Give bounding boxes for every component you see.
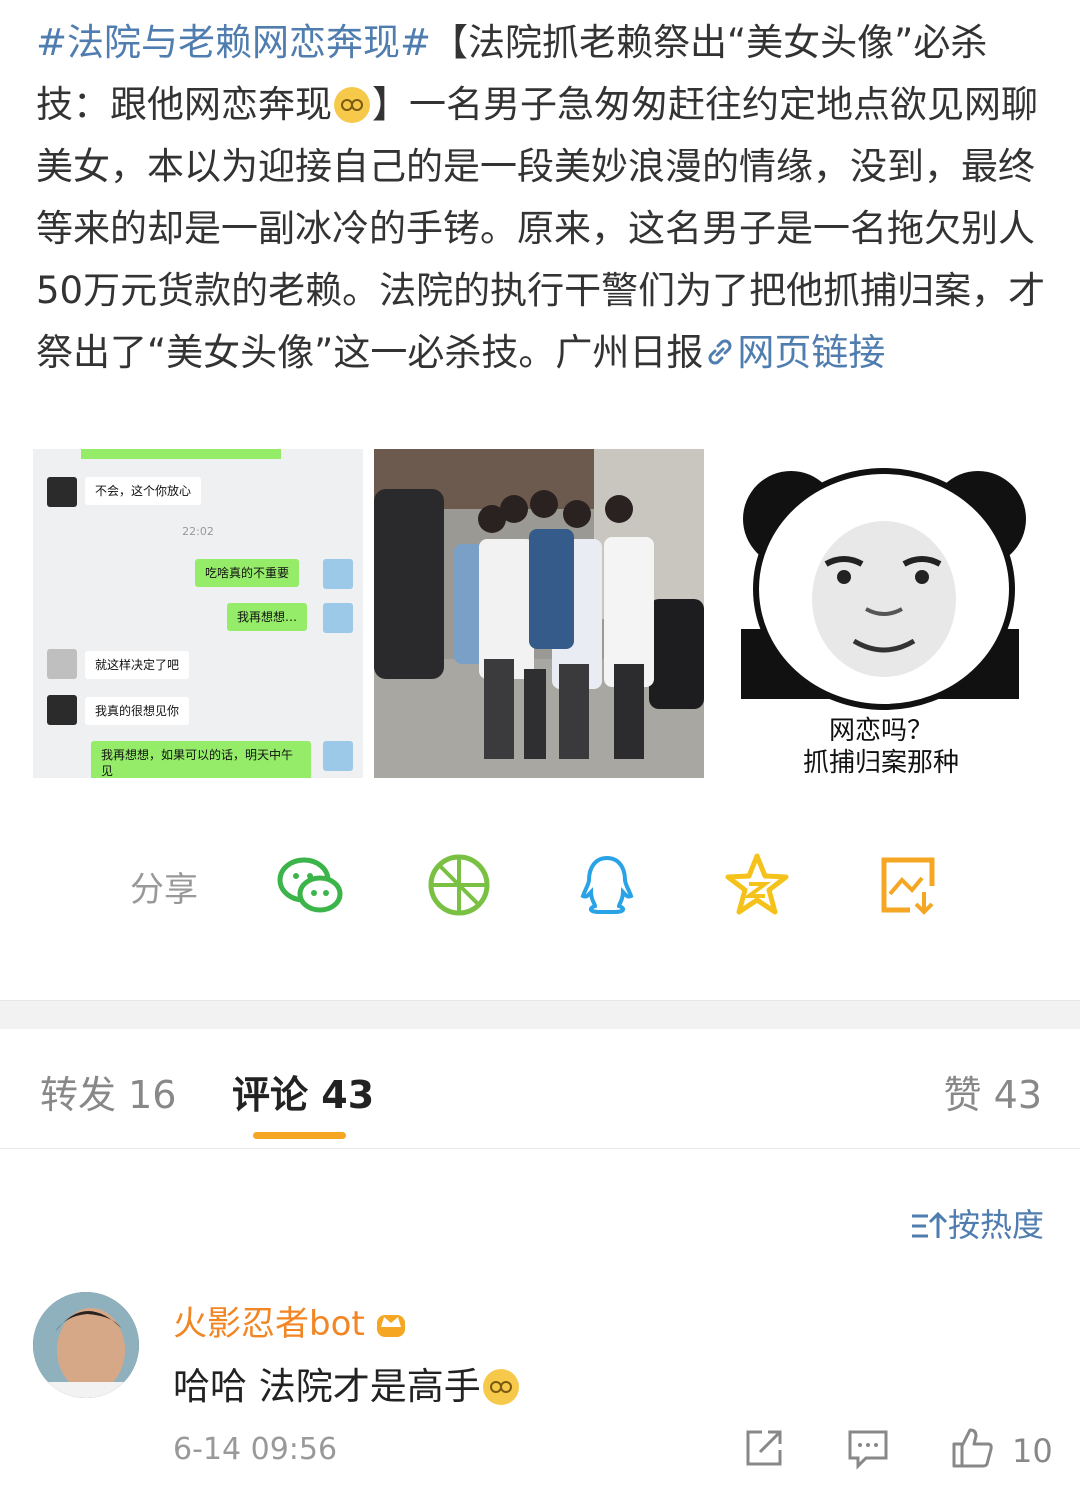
chat-message-left: 就这样决定了吧 [85, 651, 190, 679]
moments-icon[interactable] [424, 850, 494, 920]
web-link[interactable]: 网页链接 [703, 331, 885, 374]
active-tab-indicator [253, 1132, 346, 1139]
chat-avatar [47, 695, 77, 725]
arrest-photo-image[interactable] [374, 449, 704, 778]
chat-message-left: 不会，这个你放心 [85, 477, 202, 505]
avatar[interactable] [33, 1292, 139, 1398]
post-body: #法院与老赖网恋奔现#【法院抓老赖祭出“美女头像”必杀技：跟他网恋奔现 】一名男子… [36, 12, 1046, 384]
chat-timestamp: 22:02 [182, 525, 214, 538]
crown-badge-icon [373, 1305, 409, 1341]
section-divider [0, 1000, 1080, 1029]
chat-screenshot-image[interactable]: 不会，这个你放心 22:02 吃啥真的不重要 我再想想… 就这样决定了吧 我真的… [33, 449, 363, 778]
chat-message-right: 吃啥真的不重要 [195, 559, 300, 587]
comment-item: 火影忍者bot 哈哈 法院才是高手 6-14 09:56 10 [0, 1290, 1080, 1490]
tab-comments[interactable]: 评论 43 [232, 1064, 374, 1119]
comment-timestamp: 6-14 09:56 [173, 1432, 338, 1467]
tab-comments-count: 43 [321, 1073, 375, 1117]
arrest-photo-illustration [374, 449, 704, 778]
link-icon [703, 326, 737, 365]
sort-label: 按热度 [947, 1206, 1044, 1244]
tab-repost-count: 16 [128, 1073, 177, 1117]
tab-likes[interactable]: 赞 43 [944, 1064, 1042, 1119]
sort-icon [910, 1210, 948, 1242]
post-text-part2: 】一名男子急匆匆赶往约定地点欲见网聊美女，本以为迎接自己的是一段美妙浪漫的情缘，… [36, 83, 1046, 374]
chat-bubble-top-fragment [81, 449, 281, 459]
panda-face-illustration [741, 468, 1026, 710]
laughing-tears-emoji-icon [482, 1369, 519, 1405]
chat-avatar-self [323, 603, 353, 633]
chat-avatar [47, 477, 77, 507]
tab-likes-count: 43 [993, 1073, 1042, 1117]
repost-comment-icon[interactable] [742, 1426, 786, 1470]
tab-comments-label: 评论 [232, 1073, 309, 1117]
share-label: 分享 [130, 870, 198, 910]
tab-likes-label: 赞 [943, 1073, 982, 1117]
sort-by-hot-button[interactable]: 按热度 [910, 1200, 1044, 1246]
meme-caption: 网恋吗？ 抓捕归案那种 [716, 715, 1046, 778]
comment-text: 哈哈 法院才是高手 [173, 1356, 521, 1410]
post-topic-link[interactable]: #法院与老赖网恋奔现# [36, 21, 431, 64]
meme-caption-line1: 网恋吗？ [828, 716, 933, 746]
thumbs-up-icon[interactable] [950, 1426, 994, 1470]
qzone-icon[interactable] [722, 850, 792, 920]
comment-text-body: 哈哈 法院才是高手 [173, 1365, 481, 1408]
commenter-name-text: 火影忍者bot [173, 1304, 365, 1344]
tears-face-emoji-icon [334, 87, 370, 123]
chat-avatar-self [323, 741, 353, 771]
interaction-tabs: 转发 16 评论 43 赞 43 [0, 1028, 1080, 1149]
commenter-name[interactable]: 火影忍者bot [173, 1296, 409, 1345]
share-bar: 分享 [0, 850, 1080, 930]
web-link-label: 网页链接 [737, 331, 886, 374]
chat-avatar-self [323, 559, 353, 589]
panda-meme-image[interactable]: 网恋吗？ 抓捕归案那种 [716, 449, 1046, 778]
meme-caption-line2: 抓捕归案那种 [802, 748, 959, 778]
wechat-icon[interactable] [276, 850, 346, 920]
chat-message-left: 我真的很想见你 [85, 697, 190, 725]
qq-icon[interactable] [572, 850, 642, 920]
chat-message-right: 我再想想… [227, 603, 308, 631]
save-image-icon[interactable] [874, 850, 944, 920]
reply-comment-icon[interactable] [846, 1426, 890, 1470]
tab-repost[interactable]: 转发 16 [40, 1064, 176, 1119]
chat-message-right: 我再想想，如果可以的话，明天中午见 [91, 741, 311, 778]
tab-repost-label: 转发 [40, 1073, 117, 1117]
comment-like-count: 10 [1012, 1432, 1053, 1470]
chat-avatar [47, 649, 77, 679]
